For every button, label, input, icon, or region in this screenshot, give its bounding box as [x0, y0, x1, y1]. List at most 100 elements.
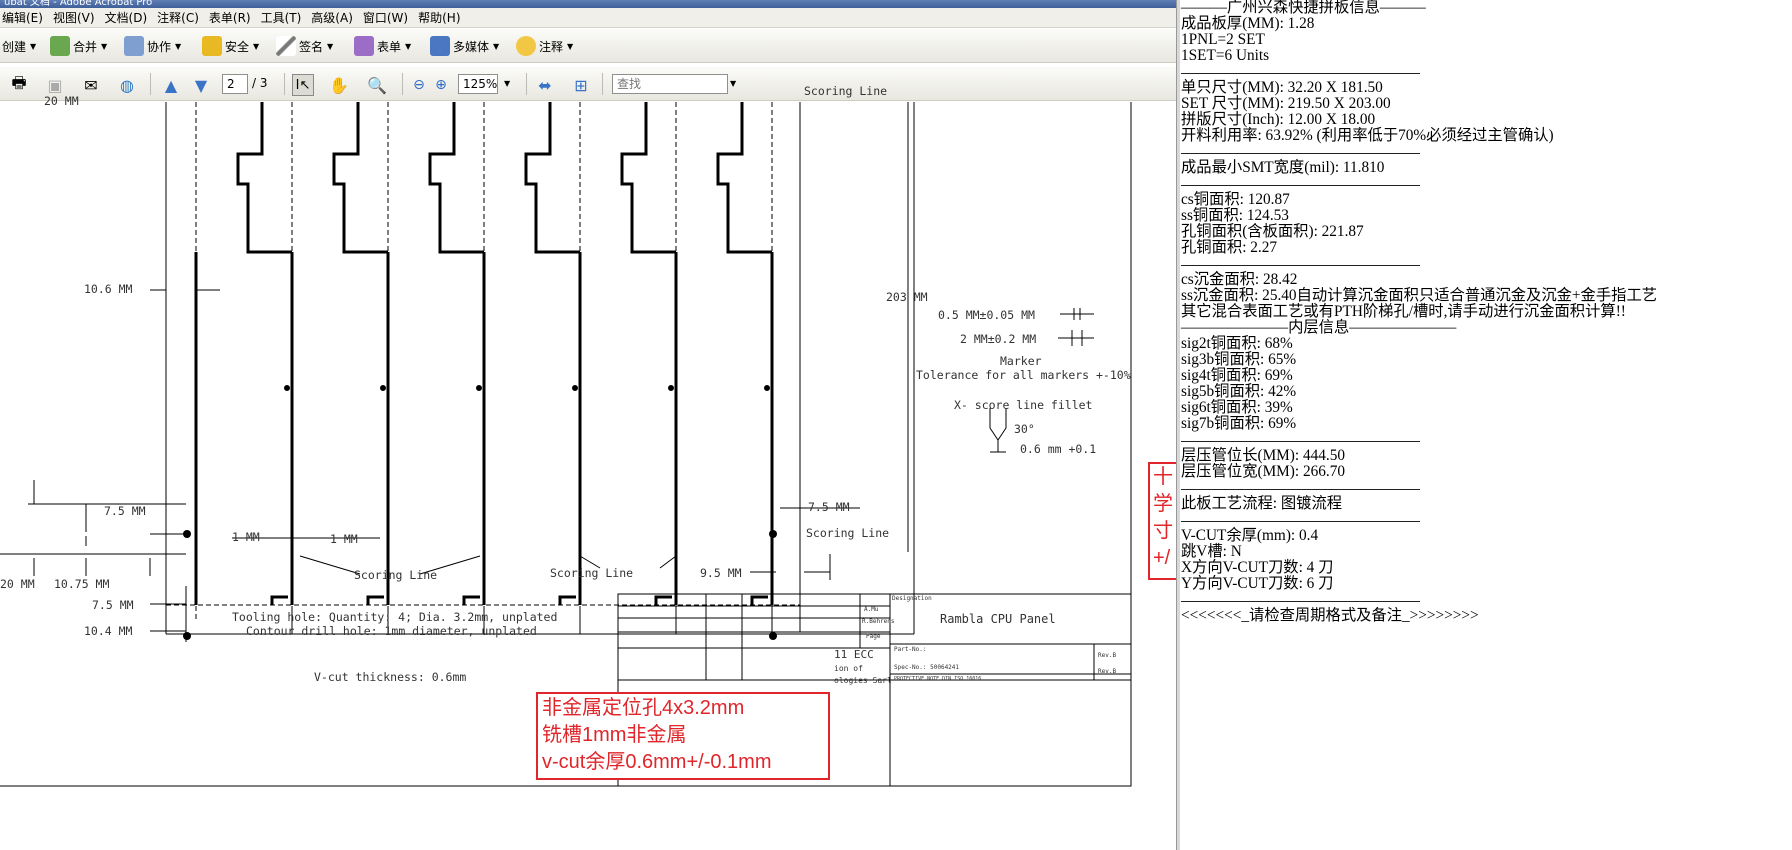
marker-tolerance-2: 2 MM±0.2 MM: [960, 332, 1037, 346]
zoom-in-icon[interactable]: ⊕: [430, 74, 452, 96]
dim-label: 203 MM: [886, 290, 928, 304]
save-icon[interactable]: ▣: [44, 74, 66, 96]
menu-view[interactable]: 视图(V): [48, 8, 100, 28]
panel-info-text[interactable]: ———广州兴森快捷拼板信息——— 成品板厚(MM): 1.28 1PNL=2 SET…: [1180, 0, 1792, 850]
separator-line: [1181, 432, 1420, 448]
chevron-down-icon: ▼: [493, 41, 500, 51]
red-annotation-line: 铣槽1mm非金属: [542, 724, 687, 746]
email-icon[interactable]: ✉: [80, 74, 102, 96]
separator-line: [1181, 64, 1420, 80]
info-line: 成品板厚(MM): 1.28: [1181, 15, 1315, 32]
title-page: Page: [866, 633, 881, 640]
menu-bar: 编辑(E) 视图(V) 文档(D) 注释(C) 表单(R) 工具(T) 高级(A) 窗口(W)…: [0, 8, 1176, 28]
menu-forms[interactable]: 表单(R): [204, 8, 256, 28]
menu-window[interactable]: 窗口(W): [358, 8, 413, 28]
security-button[interactable]: 安全 ▼: [202, 35, 259, 57]
title-name-2: R.Behrens: [862, 618, 895, 625]
hand-tool-icon[interactable]: ✋: [328, 74, 350, 96]
separator-line: [1181, 256, 1420, 272]
title-spec-no: Spec-No.: 50064241: [894, 664, 960, 671]
multimedia-button[interactable]: 多媒体 ▼: [430, 35, 499, 57]
create-label: 创建: [2, 39, 27, 54]
menu-edit[interactable]: 编辑(E): [0, 8, 48, 28]
scoring-line-label: Scoring Line: [804, 84, 888, 98]
title-revision-of: ion of: [834, 664, 863, 673]
menu-tools[interactable]: 工具(T): [256, 8, 307, 28]
red-annotation-line: 寸: [1153, 520, 1173, 542]
red-annotation-box[interactable]: 非金属定位孔4x3.2mm 铣槽1mm非金属 v-cut余厚0.6mm+/-0.…: [536, 692, 830, 780]
collaborate-label: 协作: [147, 39, 172, 54]
zoom-tool-icon[interactable]: 🔍: [366, 74, 388, 96]
marker-label: Marker: [1000, 354, 1042, 368]
info-line: 1SET=6 Units: [1181, 47, 1270, 64]
chevron-down-icon: ▼: [327, 41, 334, 51]
info-line: 1PNL=2 SET: [1181, 31, 1265, 48]
info-line: ———————内层信息———————: [1181, 319, 1457, 336]
select-text-icon[interactable]: I↖: [292, 74, 314, 96]
search-input[interactable]: [612, 74, 728, 94]
info-line: sig5b铜面积: 42%: [1181, 383, 1297, 400]
combine-icon: [50, 36, 70, 56]
red-annotation-line: 十: [1153, 466, 1173, 488]
task-toolbar: 创建 ▼ 合并 ▼ 协作 ▼ 安全 ▼ 签名 ▼ 表单 ▼ 多媒体 ▼ 注释 ▼: [0, 29, 1176, 63]
lock-icon: [202, 36, 222, 56]
navigation-toolbar: 🖶 ▣ ✉ ◍ ▲ ▼ 2 / 3 I↖ ✋ 🔍 ⊖ ⊕ 125% ▼ ⬌ ⊞ …: [0, 67, 1176, 101]
chevron-down-icon: ▼: [101, 41, 108, 51]
menu-document[interactable]: 文档(D): [100, 8, 153, 28]
menu-advanced[interactable]: 高级(A): [306, 8, 358, 28]
zoom-out-icon[interactable]: ⊖: [408, 74, 430, 96]
red-annotation-side[interactable]: 十 学 寸 +/: [1148, 462, 1176, 580]
acrobat-window: ubat 文档 - Adobe Acrobat Pro 编辑(E) 视图(V) 文档…: [0, 0, 1176, 850]
scoring-line-label: Scoring Line: [354, 568, 438, 582]
info-line: 层压管位长(MM): 444.50: [1181, 447, 1346, 464]
chevron-down-icon: ▼: [253, 41, 260, 51]
separator-line: [1181, 480, 1420, 496]
info-line: 其它混合表面工艺或有PTH阶梯孔/槽时,请手动进行沉金面积计算!!: [1181, 303, 1626, 320]
forms-button[interactable]: 表单 ▼: [354, 35, 411, 57]
chevron-down-icon: ▼: [175, 41, 182, 51]
info-line: <<<<<<<_请检查周期格式及备注_>>>>>>>>: [1181, 607, 1479, 624]
info-line: 层压管位宽(MM): 266.70: [1181, 463, 1346, 480]
separator-line: [1181, 144, 1420, 160]
tooling-hole-note: Tooling hole: Quantity: 4; Dia. 3.2mm, u…: [232, 610, 558, 624]
fit-width-icon[interactable]: ⬌: [534, 74, 556, 96]
scoring-line-label: Scoring Line: [550, 566, 634, 580]
next-page-icon[interactable]: ▼: [190, 74, 212, 96]
fillet-depth: 0.6 mm +0.1: [1020, 442, 1097, 456]
separator-line: [1181, 592, 1420, 608]
combine-button[interactable]: 合并 ▼: [50, 35, 107, 57]
title-rev-1: Rev.B: [1098, 652, 1117, 659]
fillet-label: X- score line fillet: [954, 398, 1093, 412]
page-number-input[interactable]: 2: [222, 74, 248, 94]
chevron-down-icon[interactable]: ▼: [504, 79, 510, 88]
previous-page-icon[interactable]: ▲: [160, 74, 182, 96]
globe-icon[interactable]: ◍: [116, 74, 138, 96]
info-line: X方向V-CUT刀数: 4 刀: [1181, 559, 1334, 576]
info-line: sig2t铜面积: 68%: [1181, 335, 1293, 352]
info-line: ———广州兴森快捷拼板信息———: [1181, 0, 1426, 16]
create-button[interactable]: 创建 ▼: [2, 35, 36, 57]
zoom-level-input[interactable]: 125%: [458, 74, 498, 94]
info-line: 单只尺寸(MM): 32.20 X 181.50: [1181, 79, 1383, 96]
chevron-down-icon[interactable]: ▼: [730, 79, 736, 88]
menu-comments[interactable]: 注释(C): [152, 8, 204, 28]
collaborate-button[interactable]: 协作 ▼: [124, 35, 181, 57]
title-name-1: A.Mu: [864, 606, 879, 613]
dim-label: 7.5 MM: [92, 598, 134, 612]
info-line: cs沉金面积: 28.42: [1181, 271, 1298, 288]
marker-tolerance-1: 0.5 MM±0.05 MM: [938, 308, 1035, 322]
marker-tolerance-note: Tolerance for all markers +-10%: [916, 368, 1131, 382]
toolbar-divider: [526, 73, 527, 95]
separator-line: [1181, 512, 1420, 528]
sign-button[interactable]: 签名 ▼: [276, 35, 333, 57]
fit-page-icon[interactable]: ⊞: [570, 74, 592, 96]
designation-label: Designation: [892, 595, 932, 602]
print-icon[interactable]: 🖶: [8, 73, 30, 96]
info-line: ss铜面积: 124.53: [1181, 207, 1289, 224]
menu-help[interactable]: 帮助(H): [413, 8, 465, 28]
separator-line: [1181, 176, 1420, 192]
dim-label: 10.75 MM: [54, 577, 110, 591]
toolbar-divider: [602, 73, 603, 95]
red-annotation-line: 学: [1153, 493, 1173, 515]
comment-button[interactable]: 注释 ▼: [516, 35, 573, 57]
